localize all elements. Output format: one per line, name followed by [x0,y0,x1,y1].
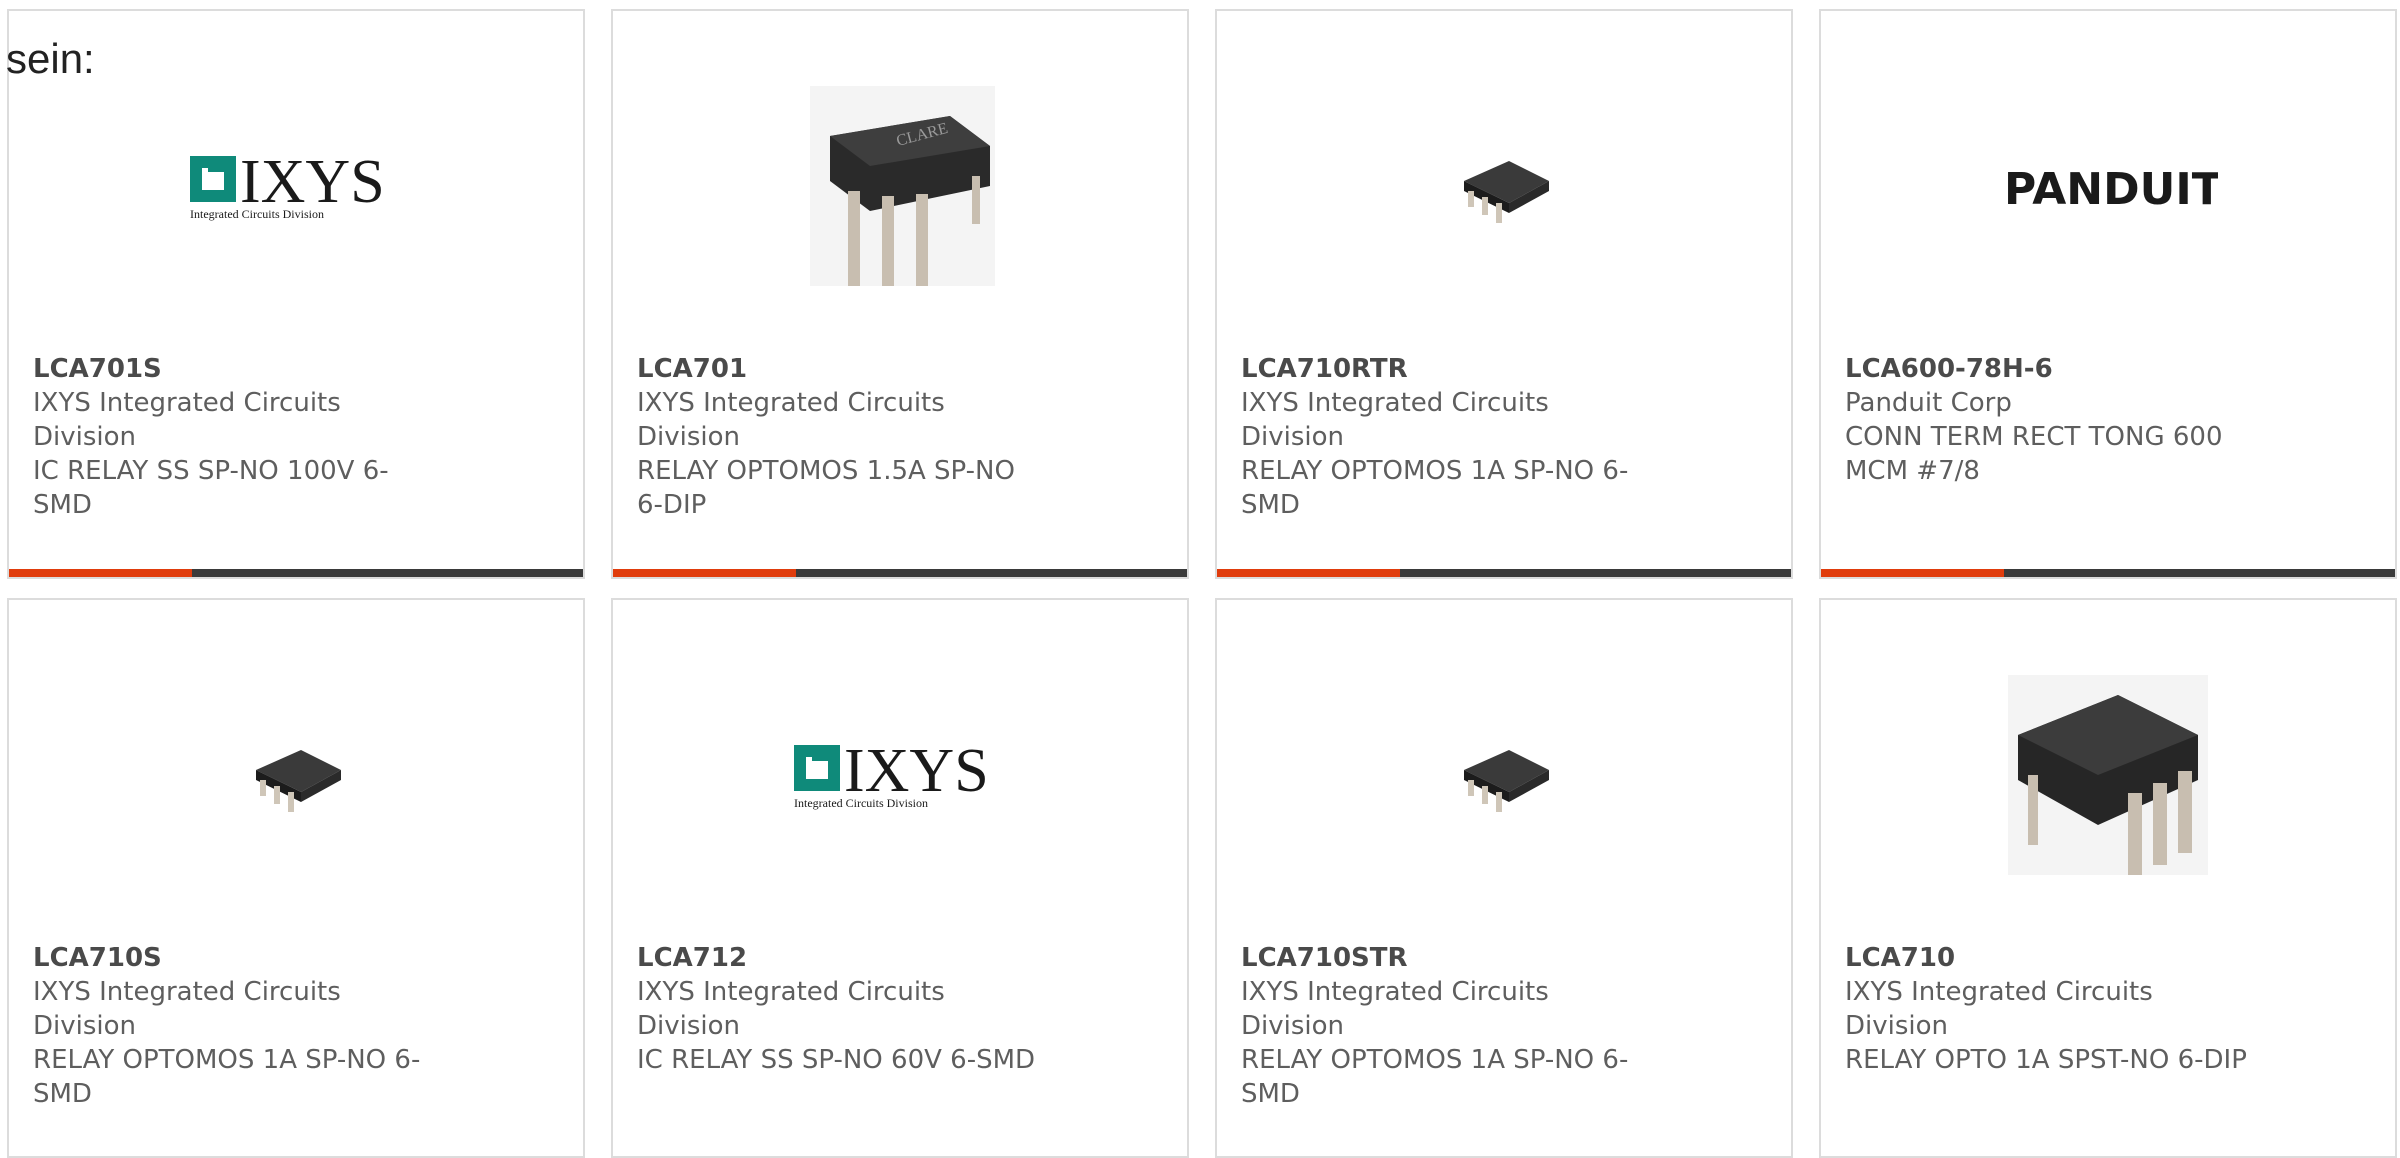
manufacturer: IXYS Integrated Circuits Division [1241,388,1549,452]
part-number[interactable]: LCA701S [33,352,443,386]
product-image [1354,46,1654,326]
manufacturer: IXYS Integrated Circuits Division [637,388,945,452]
card-bar-accent [1821,569,2004,577]
product-image: IXYS Integrated Circuits Division [750,635,1050,915]
card-bar-accent [1217,569,1400,577]
manufacturer: Panduit Corp [1845,388,2012,418]
panduit-logo-word: PANDUIT [2004,164,2218,215]
product-info: LCA710RTR IXYS Integrated Circuits Divis… [1241,352,1651,522]
smd-chip-icon [256,750,341,812]
description: IC RELAY SS SP-NO 100V 6-SMD [33,456,389,520]
ixys-logo-word: IXYS [844,737,989,805]
product-info: LCA600-78H-6 Panduit Corp CONN TERM RECT… [1845,352,2255,488]
product-card[interactable]: LCA710S IXYS Integrated Circuits Divisio… [7,598,585,1158]
description: RELAY OPTOMOS 1A SP-NO 6-SMD [1241,1045,1629,1109]
description: CONN TERM RECT TONG 600 MCM #7/8 [1845,422,2223,486]
description: RELAY OPTOMOS 1A SP-NO 6-SMD [1241,456,1629,520]
product-info: LCA701 IXYS Integrated Circuits Division… [637,352,1047,522]
product-image [1958,635,2258,915]
dip-chip-icon: CLARE [810,86,995,286]
manufacturer: IXYS Integrated Circuits Division [1845,977,2153,1041]
manufacturer: IXYS Integrated Circuits Division [33,388,341,452]
part-number[interactable]: LCA600-78H-6 [1845,352,2255,386]
card-bar-accent [9,569,192,577]
product-card[interactable]: PANDUIT LCA600-78H-6 Panduit Corp CONN T… [1819,9,2397,579]
card-bar [1217,569,1791,577]
smd-chip-icon [1464,161,1549,223]
intro-text: sein: [6,35,95,82]
part-number[interactable]: LCA701 [637,352,1047,386]
description: IC RELAY SS SP-NO 60V 6-SMD [637,1045,1036,1075]
card-bar-accent [613,569,796,577]
ixys-logo-sub: Integrated Circuits Division [794,796,928,810]
manufacturer: IXYS Integrated Circuits Division [33,977,341,1041]
product-card[interactable]: LCA710STR IXYS Integrated Circuits Divis… [1215,598,1793,1158]
product-card[interactable]: IXYS Integrated Circuits Division LCA712… [611,598,1189,1158]
product-card[interactable]: LCA710RTR IXYS Integrated Circuits Divis… [1215,9,1793,579]
card-bar [613,569,1187,577]
description: RELAY OPTOMOS 1.5A SP-NO 6-DIP [637,456,1015,520]
description: RELAY OPTOMOS 1A SP-NO 6-SMD [33,1045,421,1109]
product-card[interactable]: IXYS Integrated Circuits Division LCA701… [7,9,585,579]
product-info: LCA712 IXYS Integrated Circuits Division… [637,941,1047,1077]
manufacturer: IXYS Integrated Circuits Division [1241,977,1549,1041]
product-info: LCA710S IXYS Integrated Circuits Divisio… [33,941,443,1111]
part-number[interactable]: LCA710RTR [1241,352,1651,386]
manufacturer: IXYS Integrated Circuits Division [637,977,945,1041]
ixys-logo-icon: IXYS Integrated Circuits Division [190,148,385,221]
dip-chip-icon [2008,675,2208,875]
product-info: LCA710 IXYS Integrated Circuits Division… [1845,941,2255,1077]
part-number[interactable]: LCA710 [1845,941,2255,975]
product-info: LCA701S IXYS Integrated Circuits Divisio… [33,352,443,522]
card-bar [9,569,583,577]
part-number[interactable]: LCA712 [637,941,1047,975]
product-card[interactable]: LCA710 IXYS Integrated Circuits Division… [1819,598,2397,1158]
description: RELAY OPTO 1A SPST-NO 6-DIP [1845,1045,2247,1075]
product-image [1354,635,1654,915]
product-image: IXYS Integrated Circuits Division [146,46,446,326]
product-image: CLARE [750,46,1050,326]
product-info: LCA710STR IXYS Integrated Circuits Divis… [1241,941,1651,1111]
panduit-logo-icon: PANDUIT [2004,164,2218,215]
ixys-logo-icon: IXYS Integrated Circuits Division [794,737,989,810]
ixys-logo-word: IXYS [240,148,385,216]
part-number[interactable]: LCA710S [33,941,443,975]
part-number[interactable]: LCA710STR [1241,941,1651,975]
product-image [146,635,446,915]
product-image: PANDUIT [1958,46,2258,326]
product-card[interactable]: CLARE LCA701 IXYS Integrated Circuits Di… [611,9,1189,579]
card-bar [1821,569,2395,577]
smd-chip-icon [1464,750,1549,812]
ixys-logo-sub: Integrated Circuits Division [190,207,324,221]
